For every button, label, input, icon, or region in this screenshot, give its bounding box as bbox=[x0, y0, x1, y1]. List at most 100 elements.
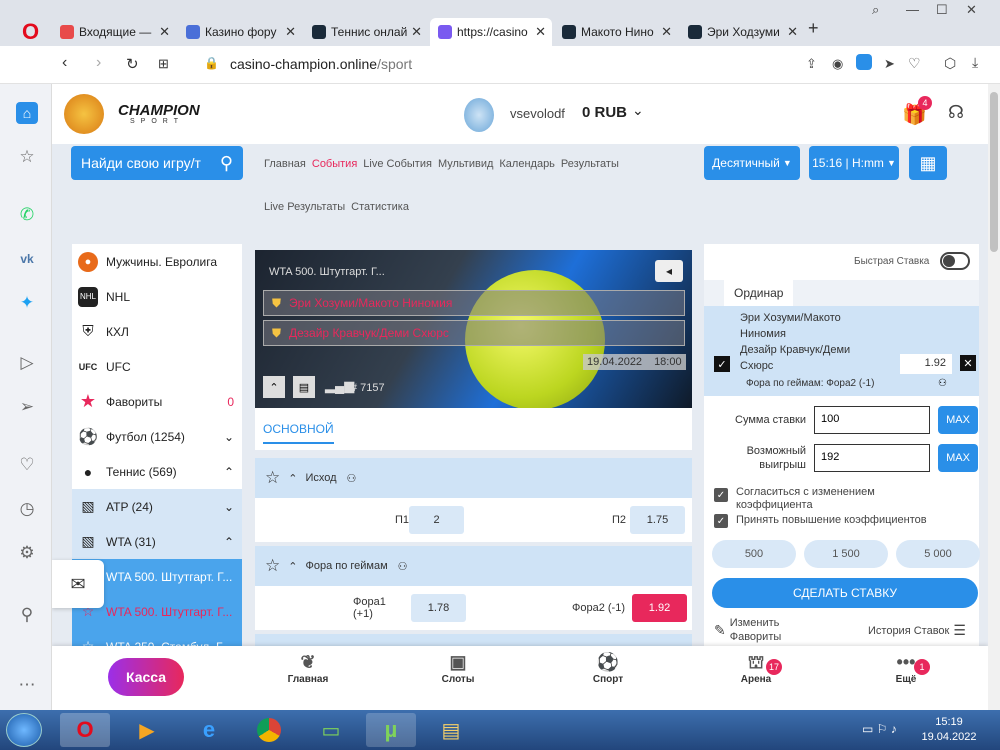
back-arrow-icon[interactable]: ◂ bbox=[655, 260, 683, 282]
quick-amount-button[interactable]: 500 bbox=[712, 540, 796, 568]
menu-item-wta[interactable]: ▧ WTA (31) ⌃ bbox=[72, 524, 242, 559]
nav-home[interactable]: Главная bbox=[264, 158, 306, 170]
quick-amount-button[interactable]: 1 500 bbox=[804, 540, 888, 568]
search-icon[interactable]: ⚲ bbox=[220, 153, 233, 174]
taskbar-chrome-icon[interactable] bbox=[244, 713, 294, 747]
maximize-icon[interactable]: ☐ bbox=[936, 2, 948, 18]
odd-button[interactable]: 1.78 bbox=[411, 594, 466, 622]
checkbox-checked[interactable]: ✓ bbox=[714, 488, 728, 502]
stats-icon[interactable]: ▂▄▆ bbox=[325, 378, 354, 394]
bet-history[interactable]: История Ставок ☰ bbox=[868, 622, 966, 639]
vpn-icon[interactable] bbox=[856, 54, 872, 70]
star-outline-icon[interactable]: ☆ bbox=[265, 468, 280, 488]
bet-checkbox[interactable]: ✓ bbox=[714, 356, 730, 372]
tab-casino-active[interactable]: https://casino ✕ bbox=[430, 18, 552, 46]
nav-live-results[interactable]: Live Результаты bbox=[264, 201, 345, 213]
edit-favorites[interactable]: ✎ Изменить Фавориты bbox=[714, 616, 781, 644]
tab-close-icon[interactable]: ✕ bbox=[411, 24, 422, 40]
bottom-nav-home[interactable]: ❦ Главная bbox=[278, 652, 338, 685]
menu-item-nhl[interactable]: NHL NHL bbox=[72, 279, 242, 314]
odds-format-select[interactable]: Десятичный ▼ bbox=[704, 146, 800, 180]
taskbar-media-icon[interactable]: ▶ bbox=[122, 713, 172, 747]
stake-input[interactable]: 100 bbox=[814, 406, 930, 434]
max-stake-button[interactable]: MAX bbox=[938, 406, 978, 434]
tab-close-icon[interactable]: ✕ bbox=[535, 24, 546, 40]
speed-dial-icon[interactable]: ⊞ bbox=[158, 56, 169, 72]
tab-close-icon[interactable]: ✕ bbox=[285, 24, 296, 40]
menu-item-khl[interactable]: ⛨ КХЛ bbox=[72, 314, 242, 349]
tab-inbox[interactable]: Входящие — ✕ bbox=[52, 18, 176, 46]
home-icon[interactable]: ⌂ bbox=[16, 102, 38, 124]
taskbar-opera-icon[interactable]: O bbox=[60, 713, 110, 747]
tab-makoto[interactable]: Макото Нино ✕ bbox=[554, 18, 678, 46]
nav-multiview[interactable]: Мультивид bbox=[438, 158, 493, 170]
possible-win-input[interactable]: 192 bbox=[814, 444, 930, 472]
menu-item-football[interactable]: ⚽ Футбол (1254) ⌄ bbox=[72, 419, 242, 454]
cube-icon[interactable]: ⬡ bbox=[944, 55, 956, 72]
accept-odds-increase[interactable]: ✓ Принять повышение коэффициентов bbox=[714, 514, 927, 528]
opera-logo-icon[interactable]: O bbox=[22, 20, 44, 44]
headset-icon[interactable]: ☊ bbox=[948, 102, 964, 123]
chevron-up-icon[interactable]: ⌃ bbox=[288, 560, 297, 573]
checkbox-checked[interactable]: ✓ bbox=[714, 514, 728, 528]
balance[interactable]: 0 RUB bbox=[582, 104, 627, 121]
brand-name[interactable]: CHAMPION bbox=[118, 102, 200, 119]
whatsapp-icon[interactable]: ✆ bbox=[16, 204, 38, 226]
twitter-icon[interactable]: ✦ bbox=[16, 292, 38, 314]
scoreboard-icon[interactable]: ▤ bbox=[293, 376, 315, 398]
odd-button[interactable]: 2 bbox=[409, 506, 464, 534]
settings-icon[interactable]: ⚙ bbox=[16, 542, 38, 564]
tab-main[interactable]: ОСНОВНОЙ bbox=[263, 422, 334, 444]
tips-icon[interactable]: ⚲ bbox=[16, 604, 38, 626]
champion-logo-icon[interactable] bbox=[64, 94, 104, 134]
tab-close-icon[interactable]: ✕ bbox=[787, 24, 798, 40]
new-tab-icon[interactable]: + bbox=[808, 18, 819, 39]
nav-live-events[interactable]: Live События bbox=[363, 158, 432, 170]
tab-eri[interactable]: Эри Ходзуми ✕ bbox=[680, 18, 804, 46]
cashier-button[interactable]: Касса bbox=[108, 658, 184, 696]
collapse-icon[interactable]: ⌃ bbox=[263, 376, 285, 398]
place-bet-button[interactable]: СДЕЛАТЬ СТАВКУ bbox=[712, 578, 978, 608]
share-icon[interactable]: ⇪ bbox=[806, 56, 817, 72]
more-sidebar-icon[interactable]: ⋯ bbox=[16, 674, 38, 696]
chevron-down-icon[interactable]: ⌄ bbox=[632, 102, 644, 119]
quick-amount-button[interactable]: 5 000 bbox=[896, 540, 980, 568]
mail-icon[interactable]: ✉ bbox=[52, 560, 104, 608]
bookmarks-icon[interactable]: ☆ bbox=[16, 146, 38, 168]
team2-row[interactable]: ⛊ Дезайр Кравчук/Деми Схюрс bbox=[263, 320, 685, 346]
taskbar-ie-icon[interactable]: e bbox=[184, 713, 234, 747]
heart-icon[interactable]: ♡ bbox=[908, 55, 921, 72]
heart-sidebar-icon[interactable]: ♡ bbox=[16, 454, 38, 476]
tab-close-icon[interactable]: ✕ bbox=[159, 24, 170, 40]
close-window-icon[interactable]: ✕ bbox=[966, 2, 977, 18]
menu-item-tennis[interactable]: ● Теннис (569) ⌃ bbox=[72, 454, 242, 489]
page-scrollbar[interactable] bbox=[988, 84, 1000, 710]
taskbar-folder-icon[interactable]: ▤ bbox=[426, 713, 476, 747]
send-icon[interactable]: ➤ bbox=[884, 56, 895, 72]
bottom-nav-sport[interactable]: ⚽ Спорт bbox=[578, 652, 638, 685]
vk-icon[interactable]: vk bbox=[16, 248, 38, 270]
menu-item-favorites[interactable]: ★ Фавориты 0 bbox=[72, 384, 242, 419]
tab-close-icon[interactable]: ✕ bbox=[661, 24, 672, 40]
search-box[interactable]: Найди свою игру/т ⚲ bbox=[71, 146, 243, 180]
agree-odds-change[interactable]: ✓ Согласиться с изменением коэффициента bbox=[714, 486, 875, 512]
nav-statistics[interactable]: Статистика bbox=[351, 201, 409, 213]
username[interactable]: vsevolodf bbox=[510, 106, 565, 121]
send-flow-icon[interactable]: ➢ bbox=[16, 396, 38, 418]
star-outline-icon[interactable]: ☆ bbox=[265, 556, 280, 576]
odd-button[interactable]: 1.75 bbox=[630, 506, 685, 534]
team1-row[interactable]: ⛊ Эри Хозуми/Макото Ниномия bbox=[263, 290, 685, 316]
tab-casino-forum[interactable]: Казино фору ✕ bbox=[178, 18, 302, 46]
nav-results[interactable]: Результаты bbox=[561, 158, 619, 170]
search-input[interactable]: Найди свою игру/т bbox=[81, 155, 201, 171]
menu-item-ufc[interactable]: UFC UFC bbox=[72, 349, 242, 384]
scrollbar-thumb[interactable] bbox=[990, 92, 998, 252]
bottom-nav-slots[interactable]: ▣ Слоты bbox=[428, 652, 488, 685]
menu-item-atp[interactable]: ▧ ATP (24) ⌄ bbox=[72, 489, 242, 524]
taskbar-clock[interactable]: 15:19 19.04.2022 bbox=[918, 715, 980, 745]
history-icon[interactable]: ◷ bbox=[16, 498, 38, 520]
back-icon[interactable]: ‹ bbox=[62, 54, 67, 72]
start-button[interactable] bbox=[6, 713, 42, 747]
nav-events[interactable]: События bbox=[312, 158, 357, 170]
tab-single[interactable]: Ординар bbox=[724, 280, 794, 306]
